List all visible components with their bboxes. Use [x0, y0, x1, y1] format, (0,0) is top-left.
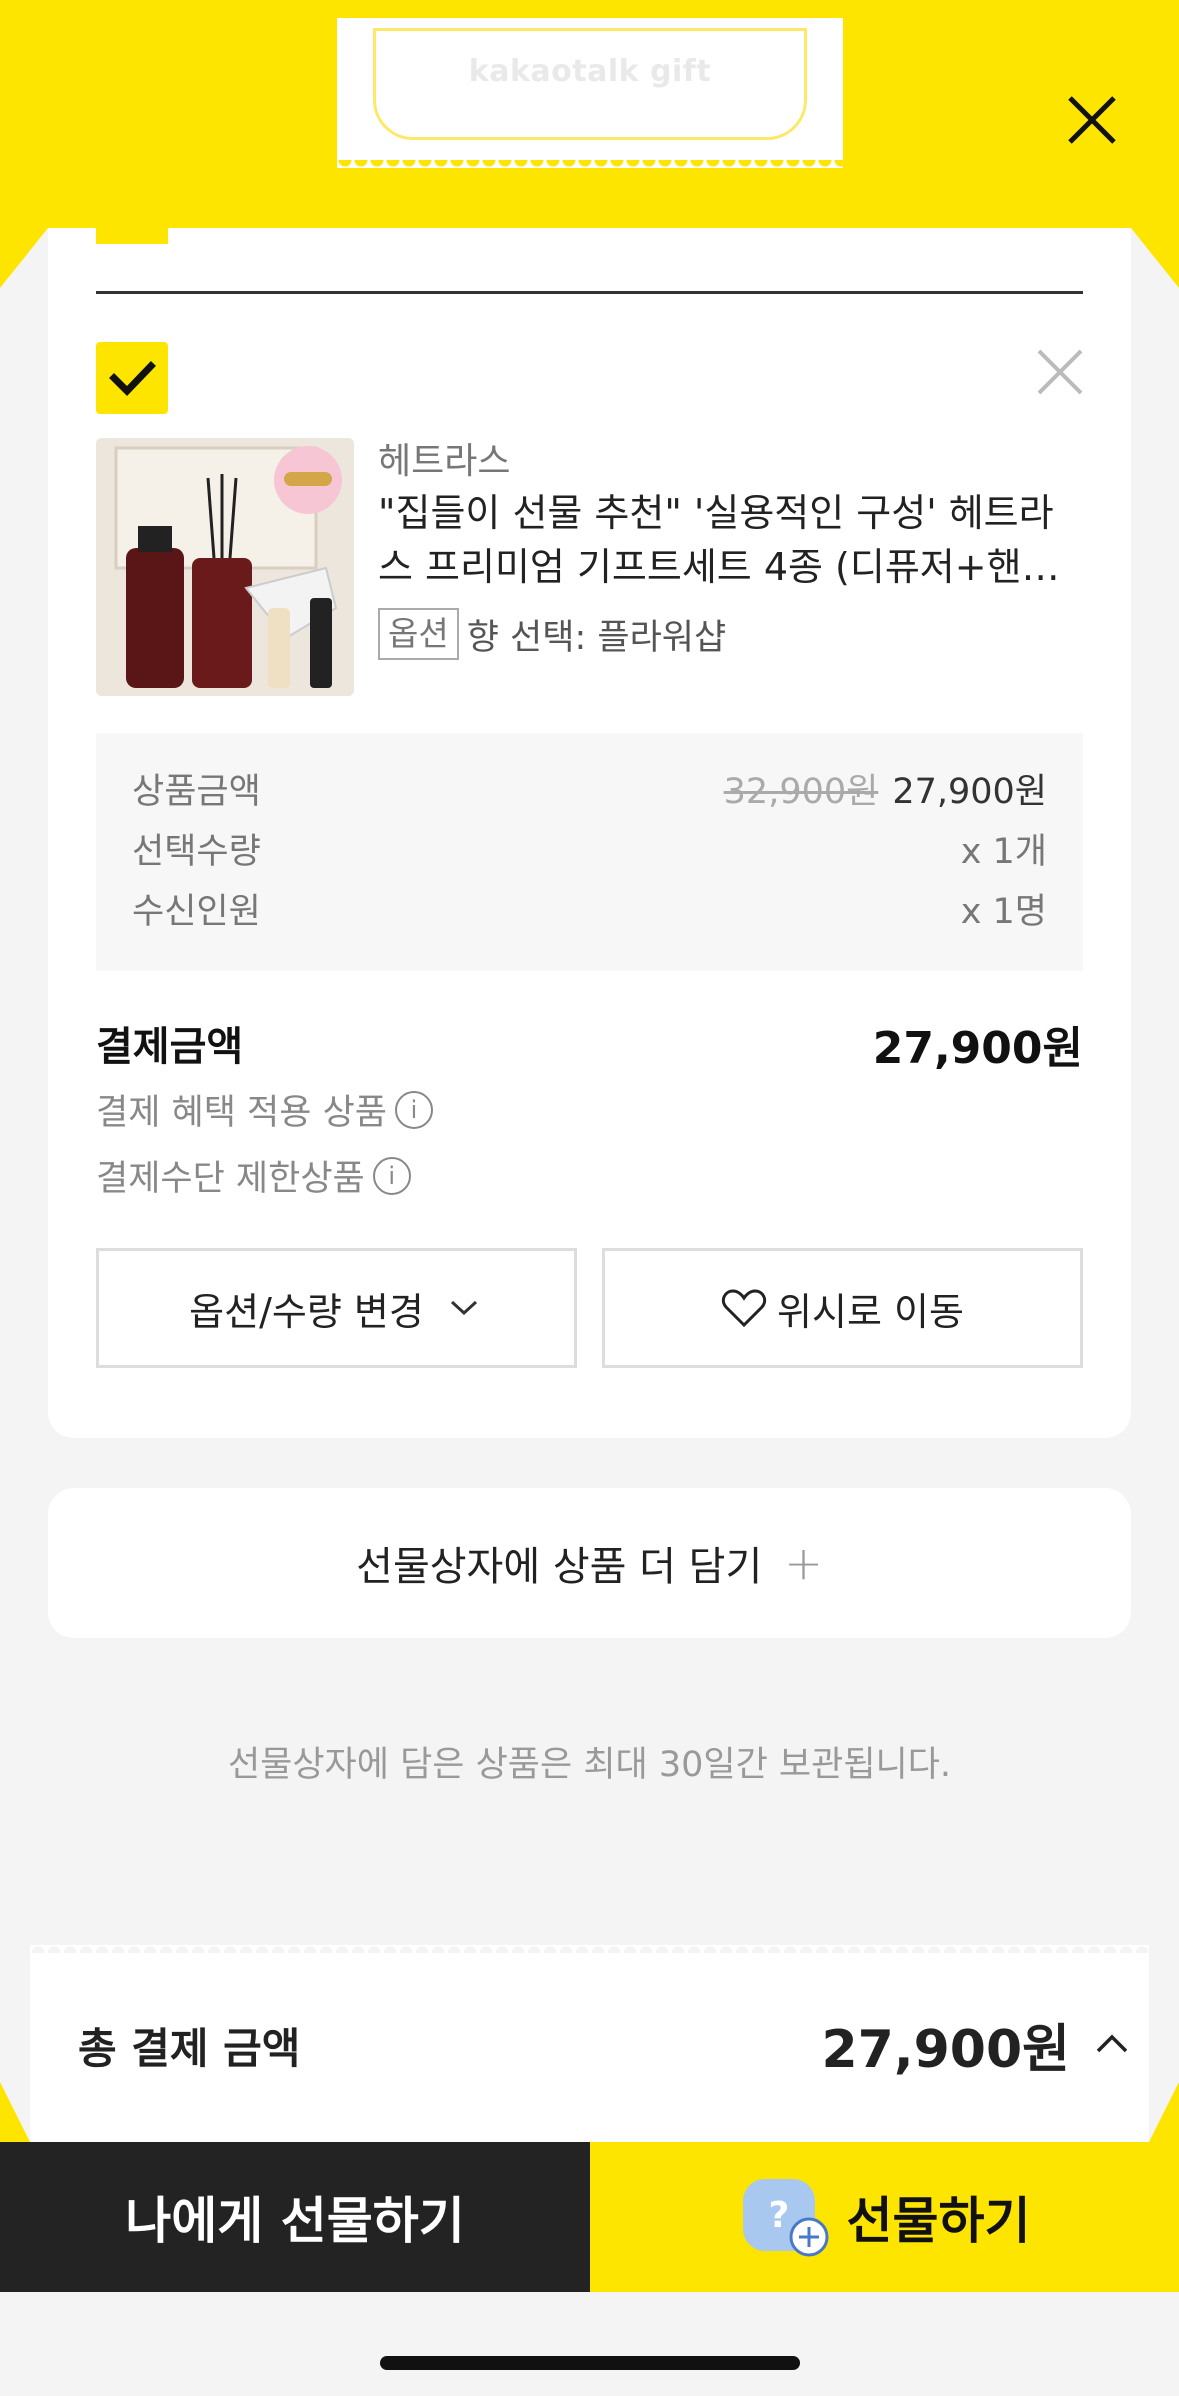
price-row: 상품금액 32,900원 27,900원: [132, 763, 1047, 814]
send-gift-label: 선물하기: [846, 2192, 1031, 2250]
option-value: 향 선택: 플라워샵: [466, 617, 727, 658]
option-change-label: 옵션/수량 변경: [189, 1289, 424, 1334]
quantity-label: 선택수량: [132, 832, 261, 872]
right-bottom-corner-decoration: [1149, 2082, 1179, 2142]
recipients-value: x 1명: [960, 892, 1047, 932]
wishlist-label: 위시로 이동: [777, 1289, 964, 1334]
restriction-note[interactable]: 결제수단 제한상품 i: [96, 1150, 411, 1201]
price-label: 상품금액: [132, 772, 261, 812]
chevron-down-icon: [450, 1300, 477, 1316]
left-bottom-corner-decoration: [0, 2082, 30, 2142]
sale-price: 27,900원: [892, 772, 1047, 812]
quantity-value: x 1개: [960, 832, 1047, 872]
total-amount-label: 총 결제 금액: [78, 2024, 301, 2073]
svg-text:?: ?: [768, 2195, 789, 2236]
check-icon: [109, 361, 156, 397]
chevron-up-icon: [1096, 2034, 1128, 2053]
product-thumbnail[interactable]: [96, 438, 354, 696]
product-title-line-2: 스 프리미엄 기프트세트 4종 (디퓨저+핸드워시+핸드크림+세럼): [378, 545, 1078, 589]
section-divider: [96, 291, 1083, 294]
gift-ticket-logo: kakaotalk gift: [337, 18, 843, 176]
brand-logo-text: kakaotalk gift: [468, 54, 712, 89]
storage-notice: 선물상자에 담은 상품은 최대 30일간 보관됩니다.: [227, 1745, 952, 1785]
price-values: 32,900원 27,900원: [724, 763, 1047, 814]
recipients-label: 수신인원: [132, 892, 261, 932]
total-amount-value: 27,900원: [821, 2020, 1070, 2080]
product-title-line-1: "집들이 선물 추천" '실용적인 구성' 헤트라: [378, 491, 1054, 535]
sheet-perforation: [30, 1937, 1149, 1953]
move-to-wishlist-button[interactable]: 위시로 이동: [602, 1248, 1083, 1368]
home-indicator: [380, 2356, 800, 2370]
send-gift-button[interactable]: ? 선물하기: [590, 2142, 1179, 2292]
add-more-label: 선물상자에 상품 더 담기: [356, 1544, 763, 1590]
expand-summary-button[interactable]: [1092, 2023, 1132, 2063]
original-price: 32,900원: [723, 772, 879, 812]
payment-amount-label: 결제금액: [96, 1024, 244, 1070]
product-image: [96, 438, 354, 696]
option-info: 옵션 향 선택: 플라워샵: [378, 608, 726, 660]
info-icon: i: [394, 1090, 433, 1129]
benefit-note-text: 결제 혜택 적용 상품: [96, 1093, 387, 1133]
restriction-note-text: 결제수단 제한상품: [96, 1159, 365, 1199]
payment-amount-value: 27,900원: [872, 1023, 1083, 1074]
question-friend-icon: ?: [742, 2179, 828, 2257]
left-corner-decoration: [0, 228, 48, 288]
close-button[interactable]: [1062, 90, 1122, 150]
gift-recipient-icon: ?: [739, 2175, 829, 2259]
add-more-products-button[interactable]: 선물상자에 상품 더 담기 +: [48, 1488, 1131, 1638]
info-icon: i: [372, 1156, 411, 1195]
quantity-row: 선택수량 x 1개: [132, 823, 1047, 874]
product-title[interactable]: "집들이 선물 추천" '실용적인 구성' 헤트라 스 프리미엄 기프트세트 4…: [378, 486, 1088, 594]
brand-name: 헤트라스: [378, 441, 511, 482]
previous-checkbox-edge: [96, 228, 168, 244]
option-quantity-change-button[interactable]: 옵션/수량 변경: [96, 1248, 577, 1368]
ticket-perforation: [337, 160, 843, 176]
item-select-checkbox[interactable]: [96, 342, 168, 414]
plus-icon: +: [784, 1536, 823, 1590]
heart-icon: [721, 1289, 767, 1328]
remove-item-button[interactable]: [1035, 347, 1085, 397]
recipients-row: 수신인원 x 1명: [132, 883, 1047, 934]
gift-to-self-label: 나에게 선물하기: [125, 2192, 465, 2250]
gift-to-self-button[interactable]: 나에게 선물하기: [0, 2142, 590, 2292]
close-icon: [1068, 96, 1116, 144]
benefit-note[interactable]: 결제 혜택 적용 상품 i: [96, 1084, 433, 1135]
close-icon: [1037, 349, 1083, 395]
total-summary-sheet[interactable]: 총 결제 금액 27,900원: [30, 1937, 1149, 2145]
option-tag: 옵션: [378, 608, 459, 660]
price-breakdown: 상품금액 32,900원 27,900원 선택수량 x 1개 수신인원 x 1명: [96, 733, 1083, 971]
right-corner-decoration: [1131, 228, 1179, 288]
